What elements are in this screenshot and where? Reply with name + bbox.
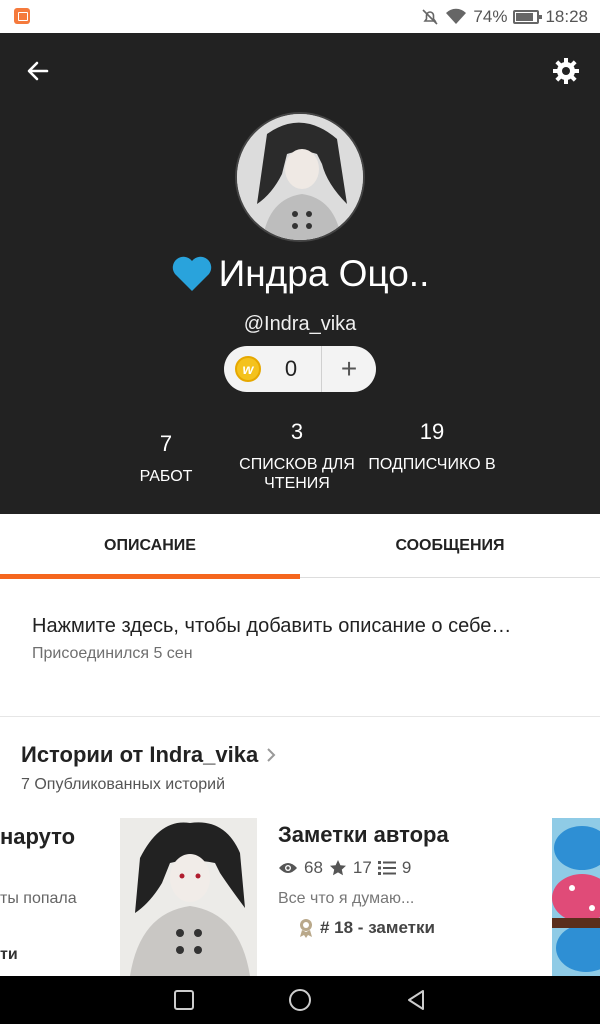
story-cover-next[interactable] (552, 818, 600, 976)
add-description-prompt[interactable]: Нажмите здесь, чтобы добавить описание о… (32, 615, 511, 638)
display-name-text: Индра Оцо.. (218, 253, 430, 294)
stat-works[interactable]: 7 РАБОТ (128, 431, 204, 486)
system-nav-bar (0, 976, 600, 1024)
battery-icon (513, 9, 543, 24)
coin-icon: w (235, 356, 261, 382)
story-cover-image (120, 818, 257, 976)
wifi-icon (445, 8, 467, 26)
clock: 18:28 (545, 6, 588, 26)
recents-button[interactable] (169, 985, 199, 1015)
battery-percent: 74% (473, 6, 508, 26)
arrow-left-icon (27, 61, 49, 81)
profile-tabs: ОПИСАНИЕ СООБЩЕНИЯ (0, 514, 600, 579)
story-title[interactable]: Заметки автора (278, 822, 449, 848)
coin-count: 0 (284, 356, 298, 381)
avatar[interactable] (235, 112, 365, 242)
triangle-back-icon (408, 990, 424, 1010)
square-icon (174, 990, 194, 1010)
mute-icon (421, 8, 439, 26)
username: @Indra_vika (243, 313, 357, 335)
tab-description[interactable]: ОПИСАНИЕ (0, 514, 300, 579)
stat-value: 3 (290, 419, 304, 444)
chevron-right-icon (267, 748, 276, 762)
home-button[interactable] (285, 985, 315, 1015)
stories-count: 7 Опубликованных историй (21, 776, 226, 793)
coin-widget: w 0 + (224, 346, 376, 392)
gear-icon (553, 58, 579, 84)
stat-label: СПИСКОВ ДЛЯ ЧТЕНИЯ (239, 456, 355, 492)
story-cover[interactable] (120, 818, 257, 976)
story-card-tag: ти (0, 946, 18, 963)
avatar-image (237, 114, 363, 240)
stories-title-text: Истории от Indra_vika (21, 742, 259, 767)
tab-messages[interactable]: СООБЩЕНИЯ (300, 514, 600, 578)
about-section[interactable]: Нажмите здесь, чтобы добавить описание о… (0, 579, 600, 717)
story-card-desc: ты попала (0, 890, 77, 907)
stat-label: ПОДПИСЧИКО В (368, 456, 496, 473)
story-rank[interactable]: # 18 - заметки (298, 918, 435, 938)
rank-text: # 18 - заметки (320, 918, 435, 937)
circle-icon (289, 989, 311, 1011)
stories-section: Истории от Indra_vika 7 Опубликованных и… (0, 718, 600, 976)
back-nav-button[interactable] (401, 985, 431, 1015)
stat-value: 7 (159, 431, 173, 456)
stories-heading[interactable]: Истории от Indra_vika (21, 742, 276, 768)
stat-label: РАБОТ (139, 468, 193, 485)
display-name: Индра Оцо.. (0, 253, 600, 295)
joined-date: Присоединился 5 сен (32, 645, 193, 662)
eye-icon (279, 863, 297, 873)
story-stats: 68 17 9 (278, 858, 411, 878)
story-description: Все что я думаю... (278, 890, 415, 907)
stat-reading-lists[interactable]: 3 СПИСКОВ ДЛЯ ЧТЕНИЯ (232, 419, 362, 493)
status-indicators: 74% 18:28 (421, 0, 588, 33)
vote-count: 17 (352, 858, 372, 877)
stat-followers[interactable]: 19 ПОДПИСЧИКО В (368, 419, 496, 474)
cupcake-image (552, 818, 600, 976)
notification-app-icon (14, 8, 30, 24)
star-icon (329, 860, 346, 876)
rank-badge-icon (300, 919, 312, 938)
status-bar: 74% 18:28 (0, 0, 600, 33)
settings-button[interactable] (548, 53, 584, 89)
add-coins-button[interactable]: + (322, 346, 376, 392)
profile-header: Индра Оцо.. @Indra_vika w 0 + 7 РАБОТ 3 … (0, 33, 600, 514)
heart-icon (172, 256, 211, 291)
list-icon (377, 861, 396, 875)
story-card-title[interactable]: наруто (0, 824, 75, 850)
part-count: 9 (401, 858, 412, 877)
back-button[interactable] (20, 53, 56, 89)
read-count: 68 (304, 858, 323, 877)
stat-value: 19 (419, 419, 445, 444)
